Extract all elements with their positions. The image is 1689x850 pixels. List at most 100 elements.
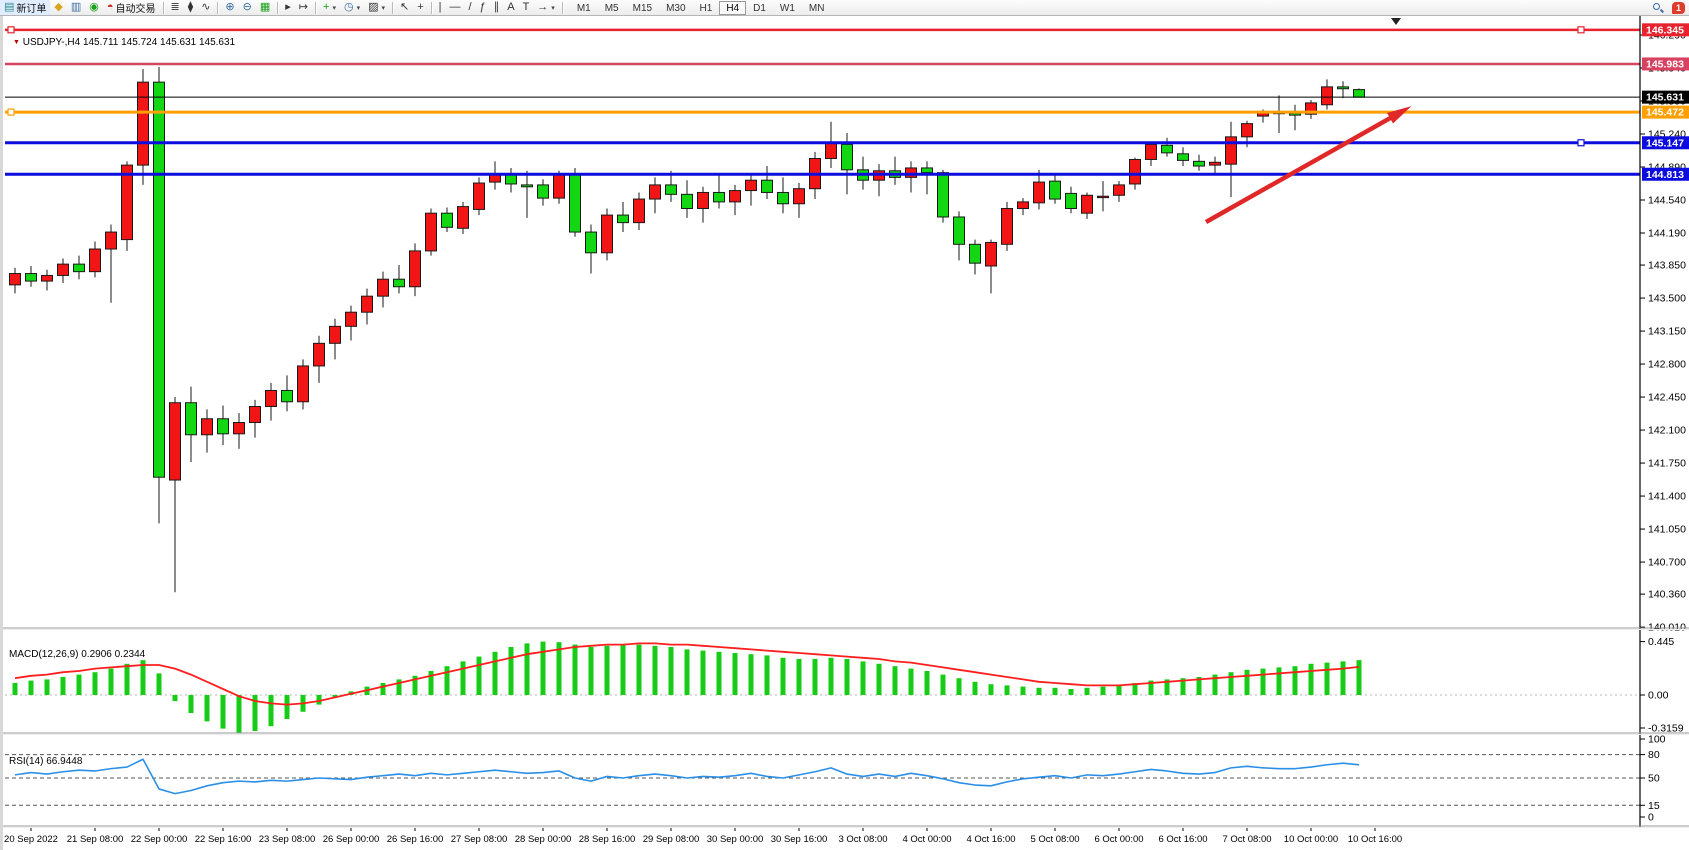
- candlestick-chart-button[interactable]: ⧫: [184, 0, 197, 15]
- rsi-tick-label: 0: [1648, 812, 1654, 824]
- new-order-button[interactable]: ▤ 新订单: [0, 0, 50, 15]
- time-tick-label: 26 Sep 00:00: [323, 834, 380, 845]
- main-price-panel: [5, 18, 1640, 592]
- trendline-button[interactable]: /: [465, 0, 476, 15]
- time-tick-label: 7 Oct 08:00: [1222, 834, 1271, 845]
- notification-badge[interactable]: 1: [1672, 2, 1685, 14]
- toolbar-separator: [431, 2, 432, 14]
- arrows-tool-icon: →: [537, 0, 548, 15]
- horizontal-line-icon: —: [450, 0, 461, 15]
- horizontal-line-button[interactable]: —: [446, 0, 465, 15]
- time-tick-label: 30 Sep 00:00: [707, 834, 764, 845]
- channels-button[interactable]: ∥: [490, 0, 504, 15]
- styler-button[interactable]: ◆: [50, 0, 66, 15]
- text-label-icon: T: [523, 0, 530, 15]
- macd-tick-label: 0.00: [1648, 690, 1669, 702]
- time-tick-label: 5 Oct 08:00: [1030, 834, 1079, 845]
- timeframe-button-M5[interactable]: M5: [598, 1, 626, 15]
- toolbar: ▤ 新订单 ◆ ▥ ◉ ◓ 自动交易 ≣ ⧫ ∿ ⊕ ⊖: [0, 0, 1689, 16]
- chart-shift-button[interactable]: ↦: [295, 0, 312, 15]
- time-tick-label: 30 Sep 16:00: [771, 834, 828, 845]
- vertical-line-button[interactable]: |: [435, 0, 446, 15]
- price-badge: 146.345: [1646, 24, 1684, 36]
- cursor-button[interactable]: ↖: [396, 0, 413, 15]
- new-order-icon: ▤: [4, 0, 14, 15]
- auto-trading-button[interactable]: ◓ 自动交易: [103, 0, 160, 15]
- chart-canvas[interactable]: 146.290145.940145.590145.240144.890144.5…: [3, 16, 1689, 850]
- vertical-line-icon: |: [439, 0, 442, 15]
- trend-arrow[interactable]: [1206, 112, 1401, 222]
- templates-button[interactable]: ▨ ▾: [364, 0, 389, 15]
- price-badge: 144.813: [1646, 169, 1684, 181]
- price-tick-label: 142.100: [1648, 425, 1686, 437]
- time-tick-label: 27 Sep 08:00: [451, 834, 508, 845]
- time-tick-label: 10 Oct 00:00: [1284, 834, 1338, 845]
- time-tick-label: 22 Sep 00:00: [131, 834, 188, 845]
- time-tick-label: 26 Sep 16:00: [387, 834, 444, 845]
- indicators-button[interactable]: + ▾: [319, 0, 340, 15]
- rsi-panel: [5, 755, 1640, 806]
- price-axis[interactable]: 146.290145.940145.590145.240144.890144.5…: [1640, 16, 1689, 827]
- text-tool-button[interactable]: A: [503, 0, 518, 15]
- zoom-out-button[interactable]: ⊖: [239, 0, 256, 15]
- signals-button[interactable]: ◉: [85, 0, 103, 15]
- timeframe-button-W1[interactable]: W1: [773, 1, 802, 15]
- crosshair-button[interactable]: +: [413, 0, 427, 15]
- time-tick-label: 3 Oct 08:00: [838, 834, 887, 845]
- chart-symbol-period: USDJPY-,H4: [23, 37, 80, 48]
- toolbar-separator: [217, 2, 218, 14]
- signals-icon: ◉: [89, 0, 99, 15]
- bar-chart-icon: ≣: [171, 0, 180, 15]
- zoom-in-icon: ⊕: [225, 0, 234, 15]
- chevron-down-icon: ▾: [551, 4, 555, 12]
- time-tick-label: 28 Sep 16:00: [579, 834, 636, 845]
- timeframe-button-M15[interactable]: M15: [626, 1, 659, 15]
- candlestick-chart-icon: ⧫: [188, 0, 193, 15]
- line-chart-button[interactable]: ∿: [197, 0, 214, 15]
- auto-trading-label: 自动交易: [116, 0, 156, 15]
- timeframe-button-D1[interactable]: D1: [746, 1, 773, 15]
- timeframe-toolbar: M1M5M15M30H1H4D1W1MN: [570, 1, 832, 15]
- rsi-tick-label: 50: [1648, 773, 1660, 785]
- chevron-down-icon: ▾: [332, 4, 336, 12]
- trendline-icon: /: [469, 0, 472, 15]
- time-axis[interactable]: 20 Sep 202221 Sep 08:0022 Sep 00:0022 Se…: [4, 827, 1402, 845]
- time-tick-label: 10 Oct 16:00: [1348, 834, 1402, 845]
- timeframe-button-M1[interactable]: M1: [570, 1, 598, 15]
- price-tick-label: 141.050: [1648, 524, 1686, 536]
- mt4-window: ▤ 新订单 ◆ ▥ ◉ ◓ 自动交易 ≣ ⧫ ∿ ⊕ ⊖: [0, 0, 1689, 850]
- tile-windows-button[interactable]: ▦: [256, 0, 274, 15]
- object-anchor-icon[interactable]: ▼: [13, 39, 20, 46]
- clock-icon: ◷: [344, 0, 354, 15]
- timeframe-button-H1[interactable]: H1: [693, 1, 720, 15]
- bar-chart-button[interactable]: ≣: [167, 0, 184, 15]
- rsi-line: [15, 759, 1359, 793]
- fibonacci-button[interactable]: ƒ: [476, 0, 490, 15]
- macd-tick-label: 0.445: [1648, 636, 1674, 648]
- time-tick-label: 23 Sep 08:00: [259, 834, 316, 845]
- timeframe-button-MN[interactable]: MN: [802, 1, 832, 15]
- chart-shift-marker[interactable]: [1391, 18, 1401, 25]
- fibonacci-icon: ƒ: [480, 0, 486, 15]
- rsi-tick-label: 100: [1648, 734, 1666, 746]
- price-tick-label: 143.850: [1648, 260, 1686, 272]
- zoom-in-button[interactable]: ⊕: [221, 0, 238, 15]
- search-icon[interactable]: [1652, 2, 1664, 14]
- rsi-tick-label: 15: [1648, 800, 1660, 812]
- market-watch-button[interactable]: ▥: [67, 0, 85, 15]
- text-label-button[interactable]: T: [519, 0, 534, 15]
- timeframe-button-M30[interactable]: M30: [659, 1, 692, 15]
- toolbar-separator: [392, 2, 393, 14]
- rsi-indicator-label: RSI(14) 66.9448: [9, 756, 82, 767]
- price-tick-label: 141.400: [1648, 491, 1686, 503]
- timeframe-button-H4[interactable]: H4: [719, 1, 746, 15]
- periods-button[interactable]: ◷ ▾: [340, 0, 364, 15]
- crosshair-icon: +: [417, 0, 423, 15]
- auto-scroll-button[interactable]: ▸: [281, 0, 295, 15]
- price-tick-label: 142.800: [1648, 359, 1686, 371]
- toolbar-right: 1: [1652, 0, 1685, 16]
- time-tick-label: 4 Oct 00:00: [902, 834, 951, 845]
- price-tick-label: 144.190: [1648, 227, 1686, 239]
- arrows-tool-button[interactable]: → ▾: [533, 0, 559, 15]
- time-tick-label: 4 Oct 16:00: [966, 834, 1015, 845]
